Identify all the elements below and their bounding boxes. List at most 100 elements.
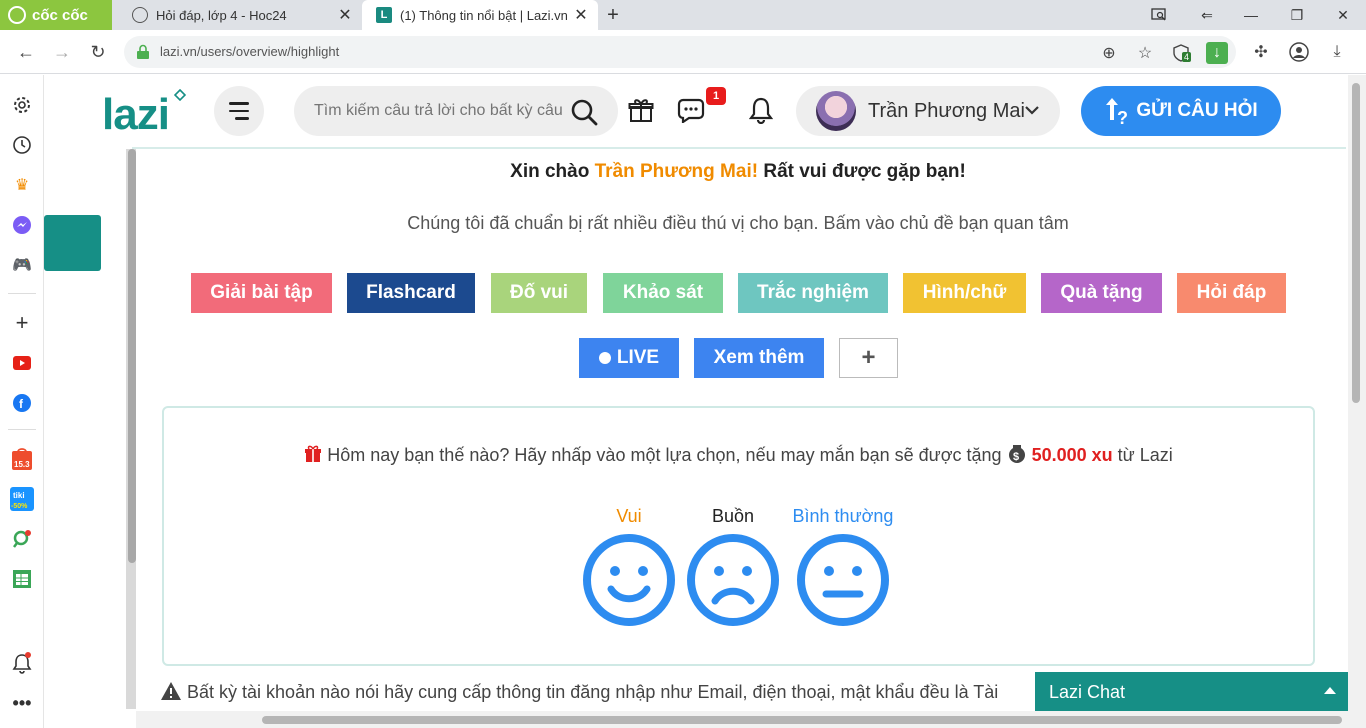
coccoc-logo[interactable]: cốc cốc xyxy=(0,0,112,30)
search-input[interactable] xyxy=(314,100,564,122)
back-button[interactable]: ← xyxy=(12,38,40,66)
category-label: Hỏi đáp xyxy=(1196,282,1267,303)
warning-text: Bất kỳ tài khoản nào nói hãy cung cấp th… xyxy=(187,682,999,702)
sidebar-divider xyxy=(8,293,36,294)
svg-text:?: ? xyxy=(1117,108,1128,126)
tab-search-icon[interactable] xyxy=(1136,0,1182,30)
category-giai-bai-tap[interactable]: Giải bài tập xyxy=(191,273,332,313)
category-label: Trắc nghiệm xyxy=(757,282,869,303)
chat-label: Lazi Chat xyxy=(1049,681,1126,702)
category-hinh-chu[interactable]: Hình/chữ xyxy=(903,273,1026,313)
search-icon[interactable] xyxy=(570,98,598,126)
category-qua-tang[interactable]: Quà tặng xyxy=(1041,273,1162,313)
chat-bubble-icon[interactable] xyxy=(676,95,706,125)
close-tab-icon[interactable]: ✕ xyxy=(570,5,592,25)
svg-text:-50%: -50% xyxy=(11,503,28,510)
happy-face-icon[interactable] xyxy=(582,533,676,627)
menu-line xyxy=(229,102,249,105)
browser-toolbar: ← → ↻ lazi.vn/users/overview/highlight ⊕… xyxy=(0,30,1366,74)
side-banner[interactable] xyxy=(44,215,101,271)
vertical-scroll-thumb[interactable] xyxy=(1352,83,1360,403)
youtube-icon[interactable] xyxy=(10,351,34,375)
sidebar-divider xyxy=(8,429,36,430)
caret-up-icon xyxy=(1324,687,1336,694)
reload-button[interactable]: ↻ xyxy=(84,38,112,66)
lazi-logo[interactable]: lazi xyxy=(102,89,186,141)
see-more-button[interactable]: Xem thêm xyxy=(694,338,824,378)
category-khao-sat[interactable]: Khảo sát xyxy=(603,273,723,313)
see-more-label: Xem thêm xyxy=(713,347,805,368)
globe-icon xyxy=(132,7,148,23)
hamburger-menu-button[interactable] xyxy=(214,86,264,136)
ask-question-icon: ? xyxy=(1106,98,1128,126)
page-viewport: lazi 1 Trần Phương Mai ? GỬI CÂU HỎI Xin… xyxy=(44,75,1366,728)
crown-icon[interactable]: ♛ xyxy=(10,173,34,197)
secure-lock-icon xyxy=(137,44,149,59)
neutral-face-icon[interactable] xyxy=(796,533,890,627)
mood-label-sad: Buồn xyxy=(711,506,755,526)
new-tab-button[interactable]: + xyxy=(602,4,624,26)
horizontal-scrollbar[interactable] xyxy=(136,711,1348,728)
restore-window-icon[interactable]: ⇐ xyxy=(1184,0,1230,30)
live-button[interactable]: LIVE xyxy=(579,338,679,378)
greeting-name: Trần Phương Mai! xyxy=(594,161,759,182)
lazi-chat-bar[interactable]: Lazi Chat xyxy=(1035,672,1350,712)
more-options-icon[interactable]: ••• xyxy=(10,691,34,715)
settings-gear-icon[interactable] xyxy=(10,93,34,117)
minimize-window-button[interactable]: — xyxy=(1228,0,1274,30)
history-icon[interactable] xyxy=(10,133,34,157)
extensions-puzzle-icon[interactable]: ✣ xyxy=(1250,41,1272,63)
url-text: lazi.vn/users/overview/highlight xyxy=(160,44,340,59)
coccoc-logo-icon xyxy=(8,6,26,24)
browser-tab-hoc24[interactable]: Hỏi đáp, lớp 4 - Hoc24 ✕ xyxy=(118,0,362,30)
maps-pin-icon[interactable] xyxy=(10,527,34,551)
category-label: Hình/chữ xyxy=(922,282,1007,303)
add-topic-button[interactable]: + xyxy=(839,338,898,378)
download-extension-icon[interactable]: ↓ xyxy=(1206,42,1228,64)
horizontal-scroll-thumb[interactable] xyxy=(262,716,1342,724)
security-warning: Bất kỳ tài khoản nào nói hãy cung cấp th… xyxy=(160,681,1040,703)
maximize-window-button[interactable]: ❐ xyxy=(1274,0,1320,30)
close-tab-icon[interactable]: ✕ xyxy=(334,5,356,25)
sheets-icon[interactable] xyxy=(10,567,34,591)
messenger-icon[interactable] xyxy=(10,213,34,237)
vertical-scrollbar[interactable] xyxy=(1348,75,1366,728)
svg-text:$: $ xyxy=(1013,451,1019,463)
warning-triangle-icon xyxy=(161,682,181,700)
address-bar[interactable]: lazi.vn/users/overview/highlight ⊕ ☆ 4 ↓ xyxy=(124,36,1236,68)
close-window-button[interactable]: ✕ xyxy=(1320,0,1366,30)
svg-text:15.3: 15.3 xyxy=(14,460,30,469)
category-hoi-dap[interactable]: Hỏi đáp xyxy=(1177,273,1286,313)
avatar xyxy=(816,91,856,131)
browser-tab-lazi[interactable]: L (1) Thông tin nổi bật | Lazi.vn ✕ xyxy=(362,0,598,30)
category-label: Flashcard xyxy=(366,282,456,303)
user-name: Trần Phương Mai xyxy=(868,100,1025,122)
forward-button[interactable]: → xyxy=(48,38,76,66)
sad-face-icon[interactable] xyxy=(686,533,780,627)
notifications-bell-icon[interactable] xyxy=(746,95,776,125)
tiki-icon[interactable]: tiki -50% xyxy=(10,487,34,511)
lazi-favicon-icon: L xyxy=(376,7,392,23)
user-menu[interactable]: Trần Phương Mai xyxy=(796,86,1060,136)
bookmark-star-icon[interactable]: ☆ xyxy=(1134,42,1156,64)
greeting-suffix: Rất vui được gặp bạn! xyxy=(763,161,966,182)
category-do-vui[interactable]: Đố vui xyxy=(491,273,587,313)
category-trac-nghiem[interactable]: Trắc nghiệm xyxy=(738,273,888,313)
profile-icon[interactable] xyxy=(1288,41,1310,63)
zoom-icon[interactable]: ⊕ xyxy=(1098,42,1120,64)
left-scroll-thumb[interactable] xyxy=(128,149,136,563)
messages-badge: 1 xyxy=(706,87,726,105)
add-shortcut-icon[interactable]: + xyxy=(10,310,34,335)
gift-icon[interactable] xyxy=(626,95,656,125)
notification-bell-icon[interactable] xyxy=(10,651,34,675)
ask-question-button[interactable]: ? GỬI CÂU HỎI xyxy=(1081,86,1281,136)
game-controller-icon[interactable]: 🎮 xyxy=(10,253,34,277)
shopee-icon[interactable]: 15.3 xyxy=(10,447,34,471)
facebook-icon[interactable]: f xyxy=(10,391,34,415)
downloads-icon[interactable]: ⤓ xyxy=(1326,41,1348,63)
menu-line xyxy=(229,109,249,113)
menu-line xyxy=(235,117,249,120)
adblock-extension-icon[interactable]: 4 xyxy=(1170,42,1192,64)
category-flashcard[interactable]: Flashcard xyxy=(347,273,475,313)
category-label: Đố vui xyxy=(509,282,569,303)
